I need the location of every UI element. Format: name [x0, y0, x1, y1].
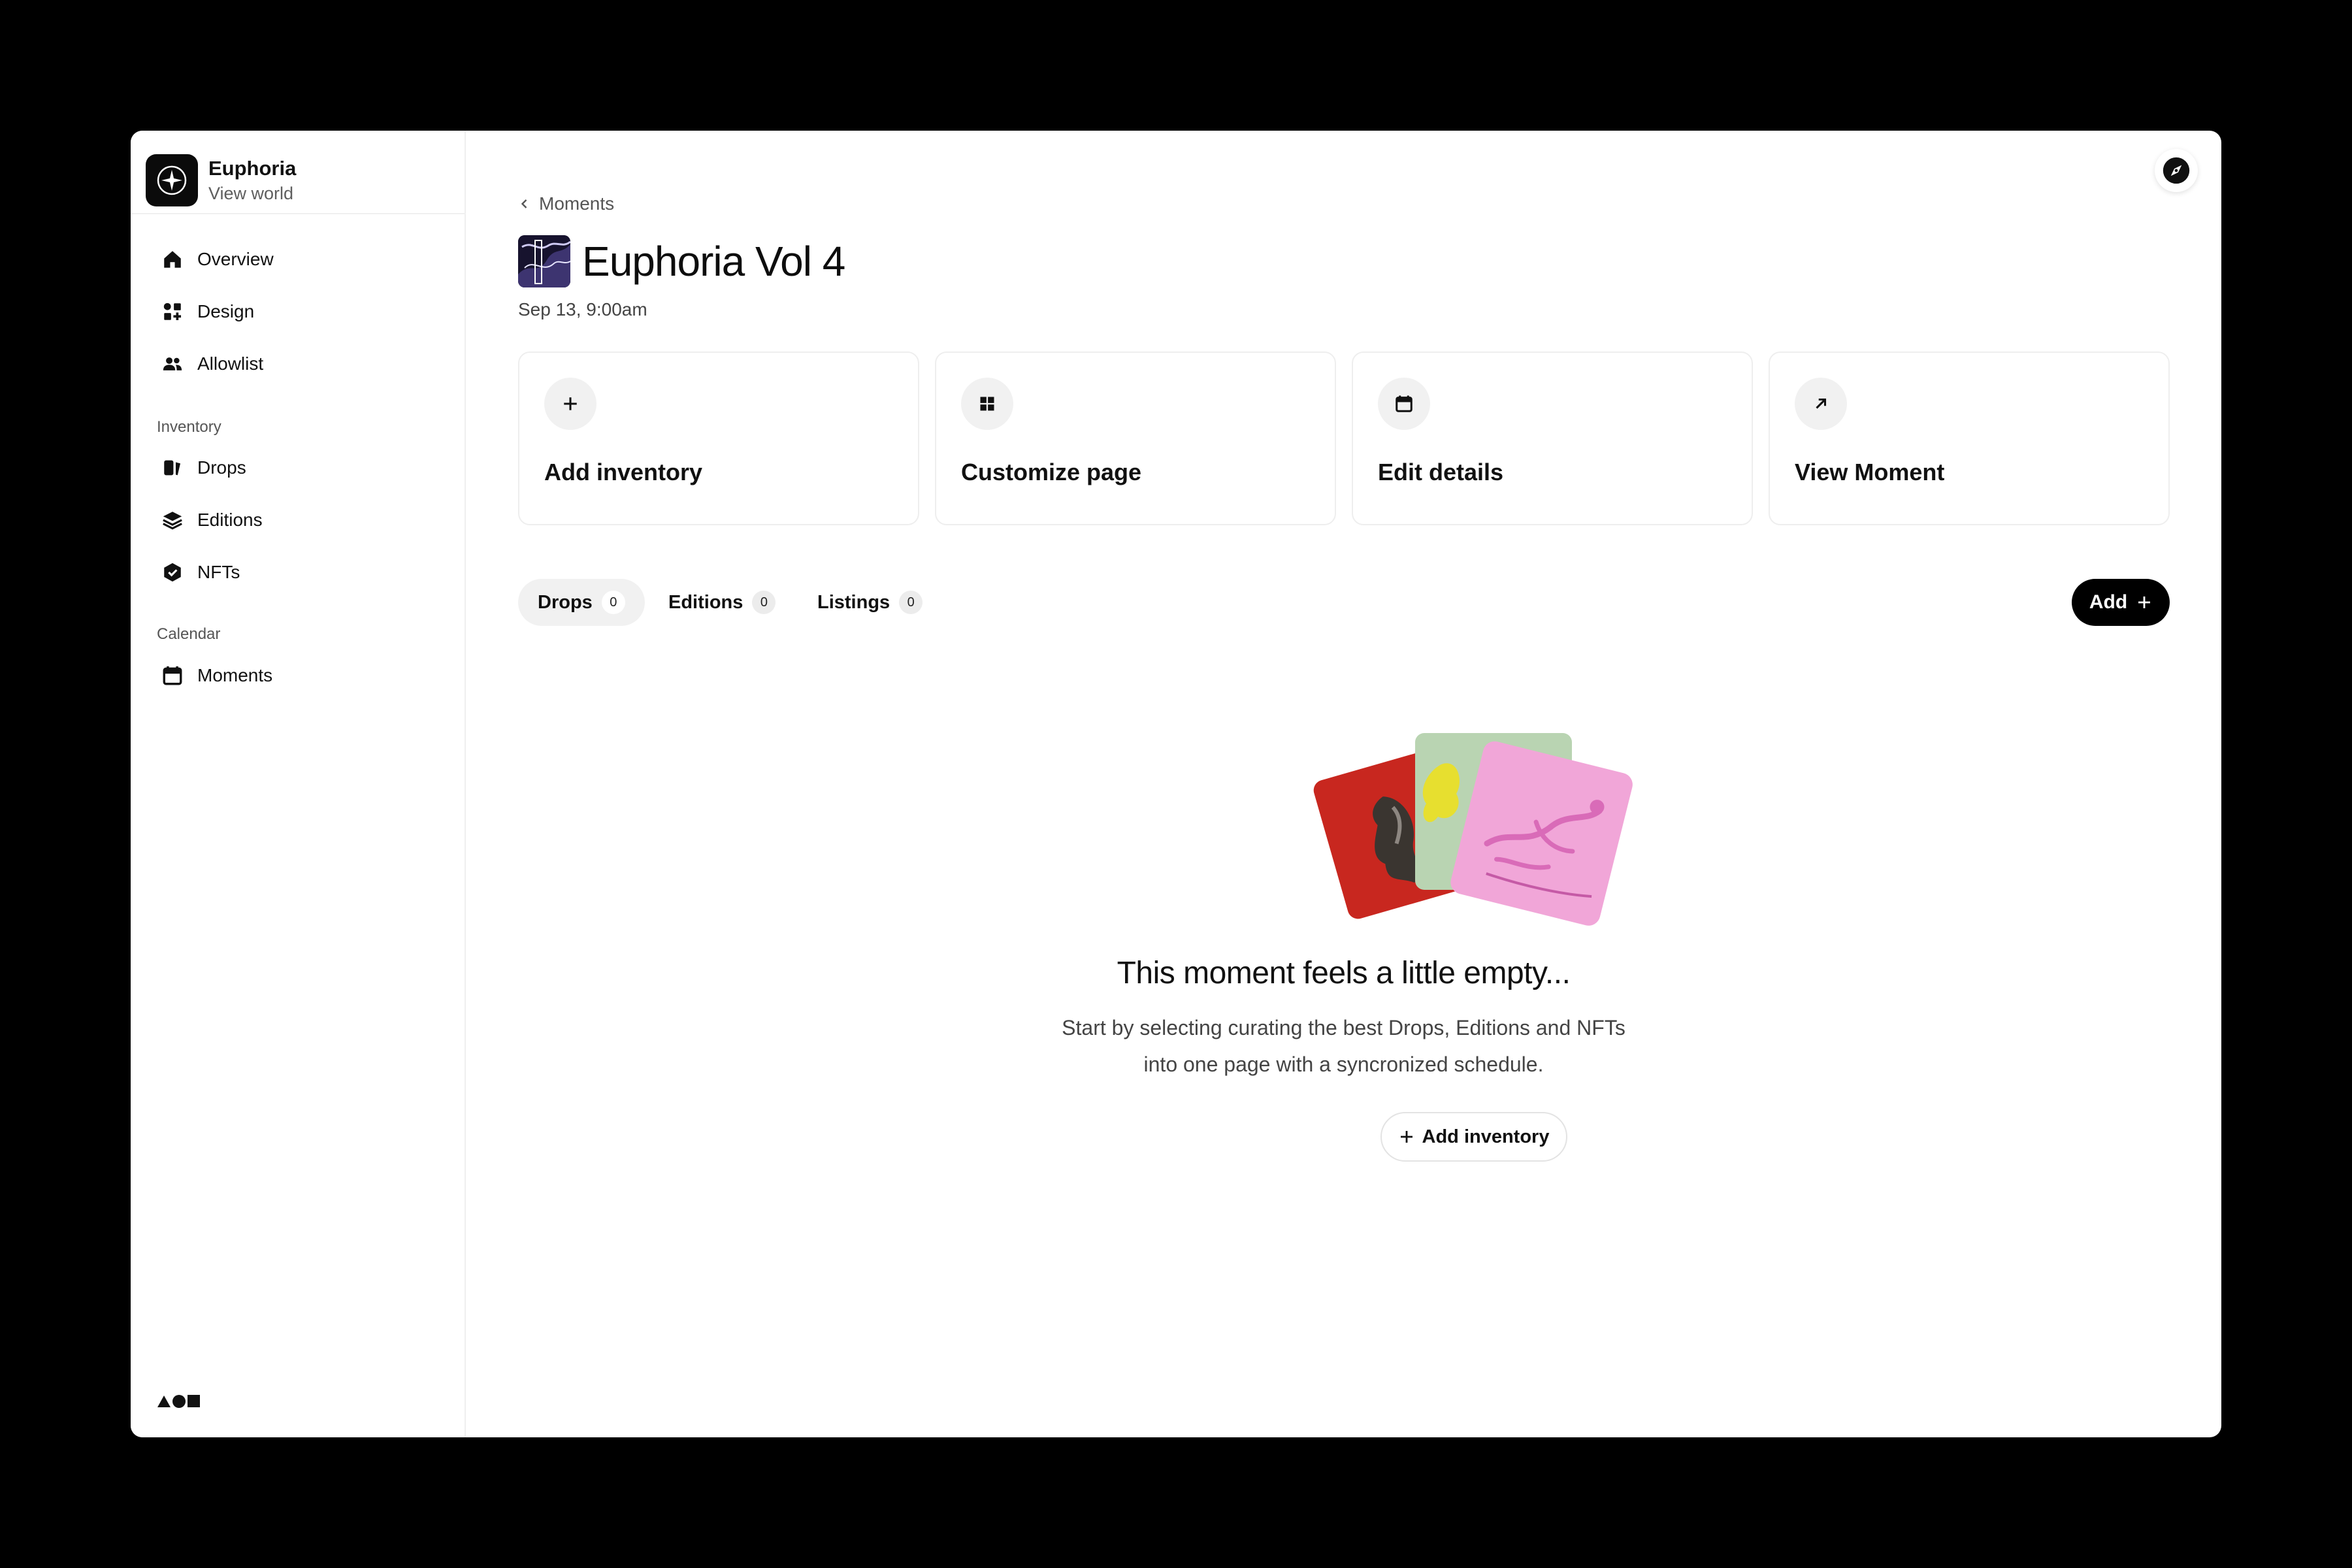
breadcrumb-link[interactable]: Moments [539, 193, 614, 214]
plus-icon [544, 378, 596, 430]
empty-state-illustration [1301, 725, 1641, 947]
card-label: Edit details [1378, 459, 1504, 485]
brand-shapes-logo [157, 1392, 203, 1412]
sidebar-item-label: Overview [197, 249, 274, 269]
page-title: Euphoria Vol 4 [582, 238, 845, 285]
page-title-row: Euphoria Vol 4 [518, 234, 845, 289]
home-icon [158, 245, 187, 274]
sidebar-item-label: Design [197, 301, 255, 321]
view-moment-card[interactable]: View Moment [1769, 351, 2170, 525]
app-window: Euphoria View world Overview Design Allo… [131, 131, 2221, 1437]
plus-icon [1399, 1129, 1414, 1145]
calendar-icon [158, 661, 187, 690]
plus-icon [2136, 595, 2152, 610]
compass-icon [2163, 157, 2190, 184]
tab-label: Editions [668, 591, 743, 613]
tab-count-badge: 0 [601, 591, 625, 614]
tab-editions[interactable]: Editions 0 [649, 579, 795, 626]
sidebar-item-drops[interactable]: Drops [145, 446, 452, 490]
layers-icon [158, 506, 187, 534]
view-world-link[interactable]: View world [208, 182, 296, 205]
add-button-label: Add [2089, 591, 2128, 613]
chevron-left-icon [518, 197, 531, 210]
sidebar-item-label: Editions [197, 510, 263, 530]
sparkle-icon [157, 165, 187, 195]
sidebar-item-label: Moments [197, 665, 273, 685]
add-button[interactable]: Add [2072, 579, 2170, 626]
card-label: View Moment [1795, 459, 1945, 485]
empty-add-inventory-button[interactable]: Add inventory [1380, 1112, 1567, 1162]
card-label: Add inventory [544, 459, 703, 485]
sidebar-item-overview[interactable]: Overview [145, 237, 452, 282]
empty-state-title: This moment feels a little empty... [1117, 956, 1571, 990]
empty-state-line: Start by selecting curating the best Dro… [1062, 1016, 1625, 1039]
tab-drops[interactable]: Drops 0 [518, 579, 645, 626]
sidebar: Euphoria View world Overview Design Allo… [131, 131, 466, 1437]
users-icon [158, 350, 187, 378]
tab-count-badge: 0 [752, 591, 776, 614]
tab-listings[interactable]: Listings 0 [798, 579, 942, 626]
tab-label: Drops [538, 591, 593, 613]
breadcrumb[interactable]: Moments [518, 191, 614, 217]
drops-icon [158, 453, 187, 482]
arrow-up-right-icon [1795, 378, 1847, 430]
section-label-inventory: Inventory [157, 418, 221, 436]
sidebar-item-editions[interactable]: Editions [145, 498, 452, 542]
grid-icon [961, 378, 1013, 430]
device-frame: Euphoria View world Overview Design Allo… [0, 0, 2352, 1568]
card-label: Customize page [961, 459, 1142, 485]
shield-check-icon [158, 558, 187, 587]
sidebar-divider [131, 213, 466, 214]
main-content: Moments Euphoria Vol 4 Sep 13, 9:00am Ad… [466, 131, 2221, 1437]
edit-details-card[interactable]: Edit details [1352, 351, 1753, 525]
design-icon [158, 297, 187, 326]
sidebar-item-design[interactable]: Design [145, 289, 452, 334]
tab-count-badge: 0 [899, 591, 923, 614]
add-inventory-card[interactable]: Add inventory [518, 351, 919, 525]
empty-state-description: Start by selecting curating the best Dro… [466, 1009, 2221, 1083]
moment-date: Sep 13, 9:00am [518, 299, 647, 319]
moment-cover-image [518, 235, 570, 287]
action-cards: Add inventory Customize page Edit detail… [518, 351, 2170, 527]
world-logo [146, 154, 198, 206]
world-switcher[interactable]: Euphoria View world [146, 146, 450, 214]
calendar-icon [1378, 378, 1430, 430]
empty-button-label: Add inventory [1422, 1126, 1550, 1147]
sidebar-item-moments[interactable]: Moments [145, 653, 452, 698]
world-name: Euphoria [208, 156, 297, 180]
tab-label: Listings [817, 591, 890, 613]
sidebar-item-label: Allowlist [197, 353, 264, 374]
sidebar-item-label: NFTs [197, 562, 240, 582]
sidebar-item-nfts[interactable]: NFTs [145, 550, 452, 595]
section-label-calendar: Calendar [157, 625, 221, 643]
explore-button[interactable] [2155, 149, 2198, 192]
customize-page-card[interactable]: Customize page [935, 351, 1336, 525]
empty-state-line: into one page with a syncronized schedul… [1143, 1053, 1544, 1076]
sidebar-item-label: Drops [197, 457, 246, 478]
sidebar-item-allowlist[interactable]: Allowlist [145, 342, 452, 386]
